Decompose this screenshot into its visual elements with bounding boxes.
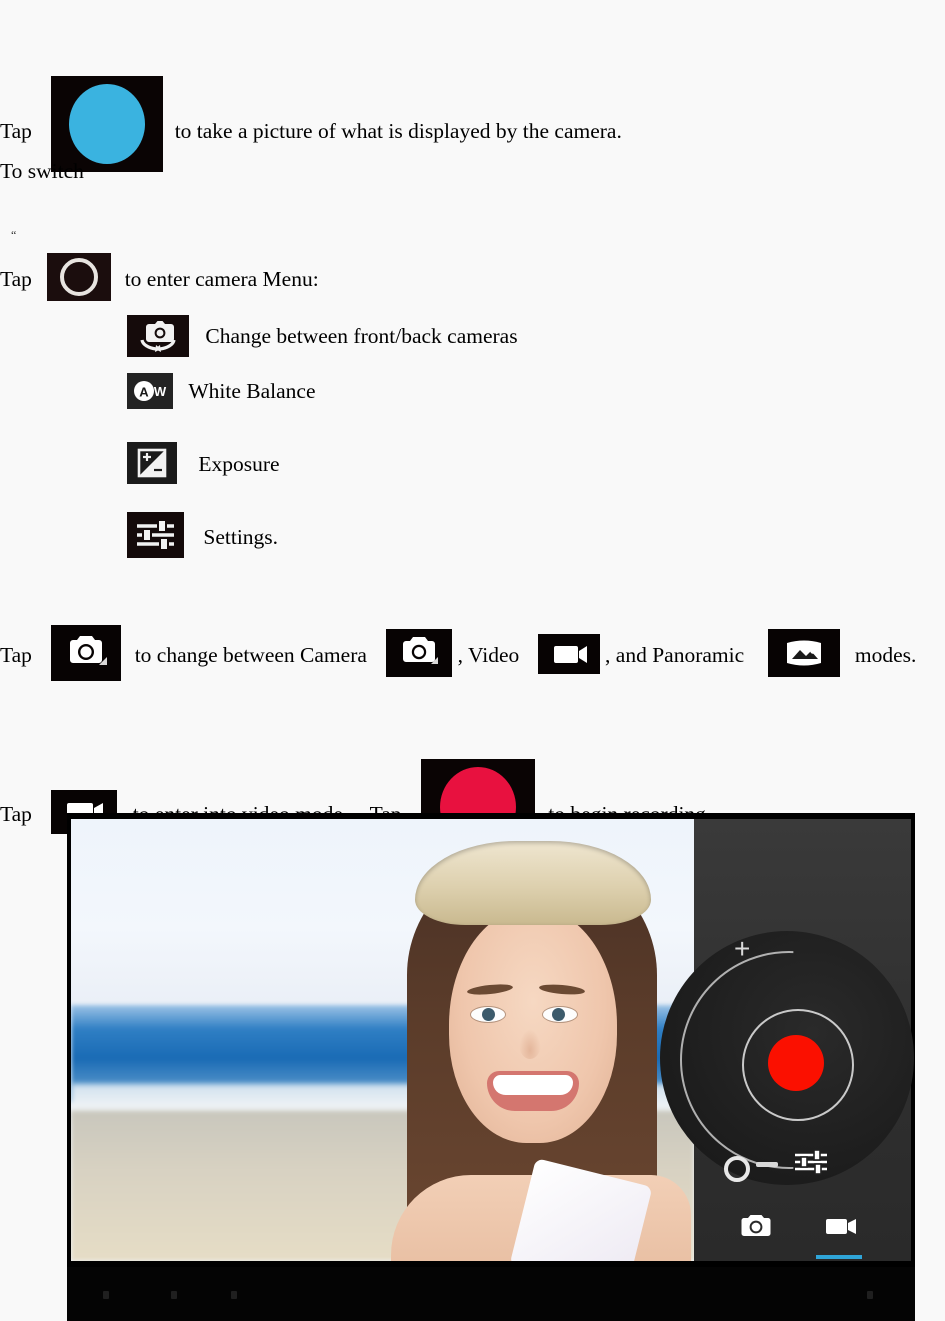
video-mode-icon <box>537 634 600 674</box>
menu-item-white-balance: A W White Balance <box>127 373 316 409</box>
selected-mode-underline <box>816 1255 862 1259</box>
stray-quote-mark: “ <box>11 228 17 242</box>
svg-text:W: W <box>154 384 167 399</box>
camera-mode-icon <box>51 625 122 681</box>
video-mode-icon-selected[interactable] <box>822 1211 860 1246</box>
camera-menu-ring-icon <box>47 253 112 301</box>
shutter-post-text: to take a picture of what is displayed b… <box>174 119 622 143</box>
panel-settings-sliders-icon[interactable] <box>792 1147 830 1182</box>
zoom-slider-knob[interactable] <box>724 1156 750 1182</box>
svg-text:A: A <box>139 385 149 400</box>
modes-paragraph: Tap to change between Camera , Video , a… <box>0 625 916 681</box>
teeth <box>493 1075 573 1095</box>
pupil-left <box>482 1008 495 1021</box>
record-button[interactable] <box>768 1035 824 1091</box>
mouth <box>487 1071 579 1111</box>
zoom-out-minus-icon[interactable] <box>756 1162 778 1167</box>
android-navigation-bar <box>67 1267 915 1321</box>
nav-recents-button[interactable] <box>231 1291 237 1299</box>
mode-switch-bar <box>694 1211 911 1261</box>
camera-viewfinder-preview[interactable] <box>71 819 694 1261</box>
shutter-pre-text: Tap <box>0 119 32 143</box>
modes-pre-text: Tap <box>0 643 32 667</box>
menu-item-settings: Settings. <box>127 512 278 558</box>
nav-back-button[interactable] <box>103 1291 109 1299</box>
camera-mode-icon-2 <box>386 629 453 677</box>
menu-item-exposure-label: Exposure <box>198 452 280 476</box>
menu-pre-text: Tap <box>0 267 32 291</box>
shutter-paragraph: Tap to take a picture of what is display… <box>0 76 622 172</box>
modes-mid3-text: , and Panoramic <box>605 643 745 667</box>
camera-menu-paragraph: Tap to enter camera Menu: <box>0 253 319 301</box>
subject-portrait <box>371 819 694 1261</box>
nav-menu-button[interactable] <box>867 1291 873 1299</box>
exposure-icon <box>127 442 177 484</box>
modes-mid2-text: , Video <box>457 643 520 667</box>
menu-item-exposure: Exposure <box>127 442 280 484</box>
panoramic-mode-icon <box>767 629 840 677</box>
settings-sliders-icon <box>127 512 184 558</box>
to-switch-text: To switch <box>0 159 84 183</box>
nav-home-button[interactable] <box>171 1291 177 1299</box>
shutter-blue-circle-icon <box>51 76 164 172</box>
pupil-right <box>552 1008 565 1021</box>
menu-item-settings-label: Settings. <box>203 525 279 549</box>
menu-item-switch-camera: Change between front/back cameras <box>127 315 518 357</box>
menu-item-switch-camera-label: Change between front/back cameras <box>205 324 518 348</box>
white-balance-icon: A W <box>127 373 173 409</box>
photo-mode-icon[interactable] <box>738 1211 774 1246</box>
modes-mid1-text: to change between Camera <box>134 643 367 667</box>
menu-post-text: to enter camera Menu: <box>124 267 319 291</box>
camera-app-screenshot: + <box>67 813 915 1321</box>
record-pre-text: Tap <box>0 802 32 826</box>
camera-control-panel: + <box>660 819 914 1261</box>
menu-item-white-balance-label: White Balance <box>188 379 316 403</box>
switch-camera-icon <box>127 315 189 357</box>
nose <box>519 1029 541 1059</box>
modes-post-text: modes. <box>854 643 917 667</box>
feather-headband <box>415 841 651 925</box>
zoom-in-plus-icon[interactable]: + <box>734 935 756 963</box>
